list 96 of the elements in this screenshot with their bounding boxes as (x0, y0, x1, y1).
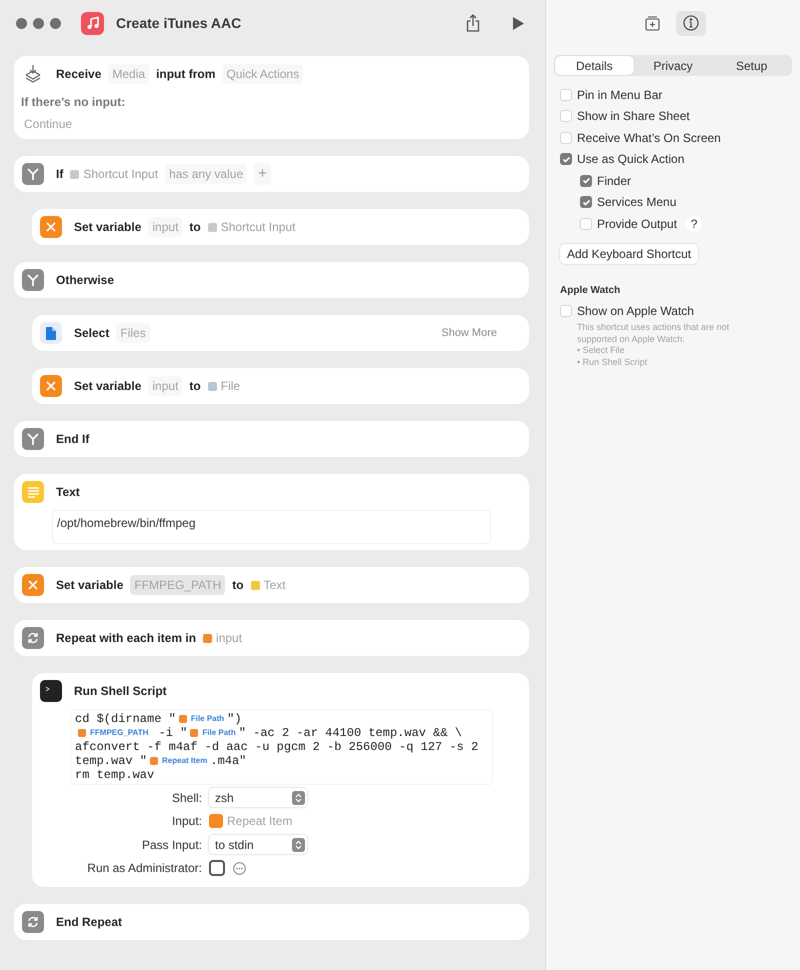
stepper-icon (292, 838, 305, 852)
repeat-icon (22, 627, 44, 649)
add-button[interactable]: + (254, 162, 271, 186)
help-button[interactable]: ? (686, 216, 702, 232)
action-label: to (189, 219, 201, 236)
variable-icon (40, 375, 62, 397)
option-label: Shell: (170, 790, 202, 806)
action-label: Set variable (74, 219, 142, 236)
option-label: Run as Administrator: (86, 860, 202, 877)
tab[interactable]: Details (555, 56, 634, 75)
info-icon[interactable] (676, 10, 706, 36)
parameter-token[interactable]: Quick Actions (222, 64, 304, 84)
checkbox-label: Finder (597, 172, 632, 190)
action-label: Receive (56, 66, 102, 83)
more-icon[interactable] (233, 862, 246, 874)
code-text: afconvert -f m4af -d aac -u pgcm 2 -b 256000 -q 127 -s 2 (75, 740, 478, 754)
variable-token[interactable]: File (208, 377, 240, 395)
window-control[interactable] (50, 18, 61, 28)
action-label: Run Shell Script (74, 683, 167, 700)
variable-token[interactable]: Shortcut Input (70, 165, 158, 183)
document-icon (40, 322, 62, 344)
parameter-token[interactable]: Media (108, 64, 150, 84)
checkbox-label: Show on Apple Watch (577, 303, 694, 320)
checkbox[interactable] (580, 174, 592, 187)
variable-icon (22, 574, 44, 596)
text-field[interactable]: /opt/homebrew/bin/ffmpeg (52, 510, 491, 544)
checkbox-label: Pin in Menu Bar (577, 86, 662, 104)
action-label: End If (56, 431, 90, 448)
app-icon (81, 12, 104, 34)
code-text: -i " (158, 726, 188, 740)
code-text: ") (227, 712, 242, 726)
action-label: to (232, 577, 244, 594)
checkbox[interactable] (209, 860, 225, 876)
note-text: This shortcut uses actions that are not supported on Apple Watch: (577, 322, 730, 345)
code-text: rm temp.wav (75, 768, 154, 782)
terminal-icon (40, 680, 62, 702)
action-label: Set variable (56, 577, 124, 594)
action-label: Otherwise (56, 272, 114, 289)
show-more-link[interactable]: Show More (441, 324, 497, 342)
share-icon[interactable] (466, 14, 480, 32)
tab[interactable]: Setup (712, 56, 792, 75)
variable-token[interactable]: File Path (190, 726, 236, 740)
note-item: • Run Shell Script (577, 356, 648, 368)
checkbox-label: Show in Share Sheet (577, 108, 690, 126)
note-item: • Select File (577, 345, 626, 356)
section-heading: Apple Watch (560, 284, 622, 298)
repeat-icon (22, 911, 44, 933)
action-label: to (189, 378, 201, 395)
option-label: Input: (170, 813, 202, 830)
action-label: If (56, 166, 64, 183)
action-label: input from (156, 66, 216, 83)
action-label: Set variable (74, 378, 142, 395)
play-icon[interactable] (512, 16, 525, 30)
code-text: cd $(dirname " (75, 712, 176, 726)
window-control[interactable] (16, 18, 27, 28)
tab[interactable]: Privacy (634, 56, 712, 75)
script-editor[interactable]: cd $(dirname " File Path ") FFMPEG_PATH -i " File Path " -ac 2 -ar 44100 temp.wav && \ afconvert -f m4af -d aac -u pgcm 2 -b 256000 -q 127 -s 2 temp.wav " Repeat Item .m4a" rm temp.wav (70, 709, 493, 785)
checkbox[interactable] (560, 153, 572, 166)
branch-icon (22, 428, 44, 450)
code-text: " -ac 2 -ar 44100 temp.wav && \ (238, 726, 462, 740)
parameter-token[interactable]: input (148, 217, 182, 237)
parameter-token[interactable]: has any value (165, 164, 248, 184)
variable-token[interactable]: FFMPEG_PATH (78, 726, 148, 740)
code-text: .m4a" (210, 754, 246, 768)
checkbox-label: Use as Quick Action (577, 151, 684, 168)
variable-token[interactable]: input (203, 629, 242, 647)
action-label: End Repeat (56, 914, 122, 931)
variable-token[interactable]: Shortcut Input (208, 218, 296, 236)
action-label: Repeat with each item in (56, 630, 196, 647)
variable-token[interactable]: Repeat Item (150, 754, 208, 768)
parameter-token[interactable]: input (148, 376, 182, 396)
branch-icon (22, 269, 44, 291)
variable-icon (40, 216, 62, 238)
action-label: Text (56, 484, 80, 501)
fallback-label: If there’s no input: (20, 94, 126, 111)
variable-token[interactable]: Repeat Item (209, 812, 292, 830)
variable-token[interactable]: File Path (178, 712, 224, 726)
popup-button[interactable]: zsh (209, 788, 307, 807)
stepper-icon (292, 790, 305, 804)
parameter-token[interactable]: Files (116, 323, 150, 343)
code-text: temp.wav " (75, 754, 148, 768)
checkbox-label: Receive What’s On Screen (577, 130, 721, 147)
popup-button[interactable]: to stdin (209, 835, 307, 854)
checkbox[interactable] (580, 196, 592, 208)
branch-icon (22, 163, 44, 185)
fallback-option[interactable]: Continue (14, 115, 82, 139)
checkbox-label: Provide Output (597, 216, 678, 233)
window-control[interactable] (33, 18, 44, 28)
variable-token[interactable]: Text (250, 576, 286, 594)
window-title: Create iTunes AAC (116, 14, 242, 32)
option-label: Pass Input: (140, 836, 202, 854)
parameter-token[interactable]: FFMPEG_PATH (130, 575, 226, 595)
text-lines-icon (22, 481, 44, 503)
checkbox-label: Services Menu (597, 194, 676, 212)
action-label: Select (74, 325, 110, 342)
add-keyboard-shortcut-button[interactable]: Add Keyboard Shortcut (560, 244, 698, 264)
